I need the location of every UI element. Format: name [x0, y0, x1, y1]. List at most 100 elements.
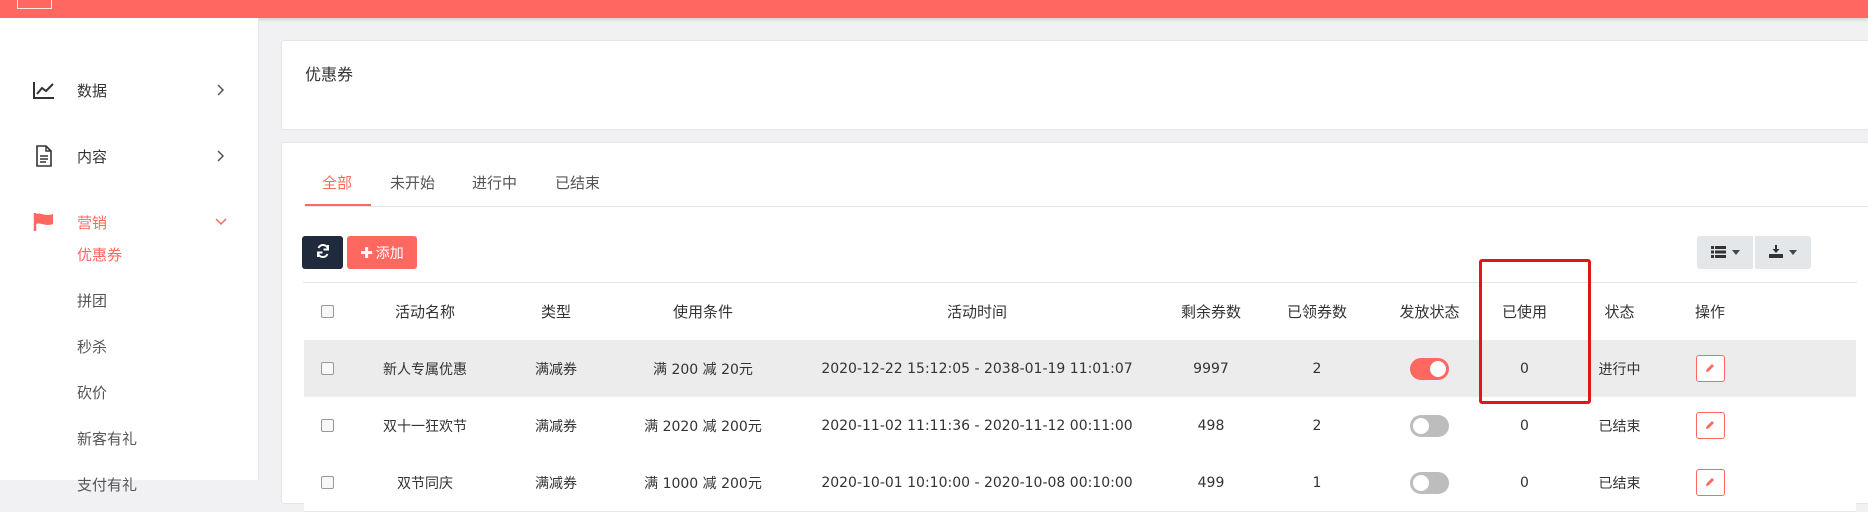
edit-button[interactable]: [1695, 355, 1725, 382]
cell-type: 满减券: [535, 475, 577, 492]
cell-issuing: [1372, 340, 1487, 397]
row-select-cell: [304, 454, 350, 511]
column-header[interactable]: 活动名称: [350, 283, 500, 340]
issuing-toggle[interactable]: [1410, 357, 1449, 380]
issuing-toggle[interactable]: [1410, 471, 1449, 494]
cell-remaining: 499: [1197, 474, 1225, 491]
chevron-down-icon: [215, 216, 227, 228]
caret-down-icon: [1731, 250, 1740, 255]
pencil-icon: [1705, 361, 1715, 377]
cell-name: 双十一狂欢节: [383, 418, 467, 435]
cell-name: 双节同庆: [397, 475, 453, 492]
column-header[interactable]: 类型: [500, 283, 612, 340]
cell-issuing: [1372, 397, 1487, 454]
table-row[interactable]: 双节同庆 满减券 满 1000 减 200元 2020-10-01 10:10:…: [304, 454, 1856, 512]
toggle-knob: [1430, 360, 1446, 377]
cell-name: 新人专属优惠: [383, 361, 467, 378]
sidebar-item-label: 数据: [77, 81, 108, 100]
add-button-label: 添加: [375, 245, 404, 262]
cell-remaining: 498: [1197, 417, 1225, 434]
row-checkbox[interactable]: [320, 476, 334, 489]
chevron-right-icon: [215, 150, 227, 162]
row-checkbox[interactable]: [320, 419, 334, 432]
sidebar-subitem-flash-sale[interactable]: 秒杀: [77, 336, 107, 357]
column-header[interactable]: 已领券数: [1262, 283, 1372, 340]
sidebar: 数据 内容 营销 优惠券 拼团 秒杀 砍价 新客有礼 支付有礼: [0, 18, 259, 494]
column-header[interactable]: 使用条件: [612, 283, 794, 340]
cell-time: 2020-12-22 15:12:05 - 2038-01-19 11:01:0…: [821, 360, 1133, 377]
column-header[interactable]: 活动时间: [794, 283, 1160, 340]
table-row[interactable]: 双十一狂欢节 满减券 满 2020 减 200元 2020-11-02 11:1…: [304, 397, 1856, 455]
top-header-bar: [0, 0, 1868, 18]
download-icon: [1769, 243, 1783, 262]
select-all-cell: [304, 283, 350, 340]
issuing-toggle[interactable]: [1410, 414, 1449, 437]
column-header[interactable]: 剩余券数: [1160, 283, 1262, 340]
page-title: 优惠券: [305, 65, 354, 84]
tab-not-started[interactable]: 未开始: [390, 172, 435, 193]
sidebar-subitem-coupon[interactable]: 优惠券: [77, 244, 122, 265]
page-header-card: 优惠券: [281, 40, 1868, 130]
table-row[interactable]: 新人专属优惠 满减券 满 200 减 20元 2020-12-22 15:12:…: [304, 340, 1856, 398]
refresh-icon: [316, 243, 330, 262]
cell-remaining: 9997: [1193, 360, 1229, 377]
coupon-table: 活动名称 类型 使用条件 活动时间 剩余券数 已领券数 发放状态 已使用 状态 …: [303, 282, 1857, 512]
pencil-icon: [1705, 475, 1715, 491]
row-select-cell: [304, 397, 350, 454]
cell-condition: 满 2020 减 200元: [644, 418, 762, 435]
cell-used: 0: [1520, 474, 1529, 491]
add-button[interactable]: ✚ 添加: [347, 236, 417, 269]
toggle-knob: [1413, 417, 1429, 434]
status-tabs: 全部 未开始 进行中 已结束: [305, 160, 1868, 207]
row-select-cell: [304, 340, 350, 397]
refresh-button[interactable]: [302, 236, 343, 269]
caret-down-icon: [1789, 250, 1797, 255]
flag-icon: [32, 210, 56, 234]
logo[interactable]: [17, 0, 52, 9]
plus-icon: ✚: [360, 243, 373, 262]
cell-status: 已结束: [1598, 418, 1641, 435]
cell-condition: 满 200 减 20元: [653, 361, 753, 378]
select-all-checkbox[interactable]: [320, 305, 334, 318]
cell-time: 2020-10-01 10:10:00 - 2020-10-08 00:10:0…: [821, 474, 1133, 491]
tab-ended[interactable]: 已结束: [555, 172, 600, 193]
cell-condition: 满 1000 减 200元: [644, 475, 762, 492]
column-header: 操作: [1694, 303, 1725, 321]
sidebar-item-data[interactable]: 数据: [0, 70, 258, 110]
sidebar-item-content[interactable]: 内容: [0, 136, 258, 176]
cell-status: 已结束: [1598, 475, 1641, 492]
issuing-status-highlight: [1479, 259, 1591, 404]
table-header-row: 活动名称 类型 使用条件 活动时间 剩余券数 已领券数 发放状态 已使用 状态 …: [304, 283, 1856, 341]
cell-time: 2020-11-02 11:11:36 - 2020-11-12 00:11:0…: [821, 417, 1133, 434]
cell-type: 满减券: [535, 418, 577, 435]
cell-type: 满减券: [535, 361, 577, 378]
sidebar-item-label: 内容: [77, 147, 108, 166]
tab-in-progress[interactable]: 进行中: [472, 172, 517, 193]
edit-button[interactable]: [1695, 469, 1725, 496]
cell-actions: [1677, 397, 1743, 454]
active-tab-indicator: [305, 204, 371, 206]
cell-actions: [1677, 454, 1743, 511]
line-chart-icon: [32, 78, 56, 102]
list-icon: [1710, 243, 1726, 262]
edit-button[interactable]: [1695, 412, 1725, 439]
cell-issuing: [1372, 454, 1487, 511]
sidebar-subitem-payment-gift[interactable]: 支付有礼: [77, 474, 137, 495]
sidebar-subitem-group-buy[interactable]: 拼团: [77, 290, 107, 311]
sidebar-item-marketing[interactable]: 营销: [0, 202, 258, 242]
pencil-icon: [1705, 418, 1715, 434]
cell-received: 2: [1312, 360, 1322, 377]
chevron-right-icon: [215, 84, 227, 96]
export-button[interactable]: [1755, 236, 1811, 269]
sidebar-subitem-bargain[interactable]: 砍价: [77, 382, 107, 403]
row-checkbox[interactable]: [320, 362, 334, 375]
toggle-knob: [1413, 474, 1429, 491]
column-header[interactable]: 发放状态: [1372, 283, 1487, 340]
sidebar-subitem-new-customer-gift[interactable]: 新客有礼: [77, 428, 137, 449]
document-icon: [32, 144, 56, 168]
tab-all[interactable]: 全部: [322, 172, 352, 193]
cell-actions: [1677, 340, 1743, 397]
cell-received: 2: [1312, 417, 1322, 434]
cell-received: 1: [1312, 474, 1322, 491]
view-toggle-button[interactable]: [1697, 236, 1753, 269]
